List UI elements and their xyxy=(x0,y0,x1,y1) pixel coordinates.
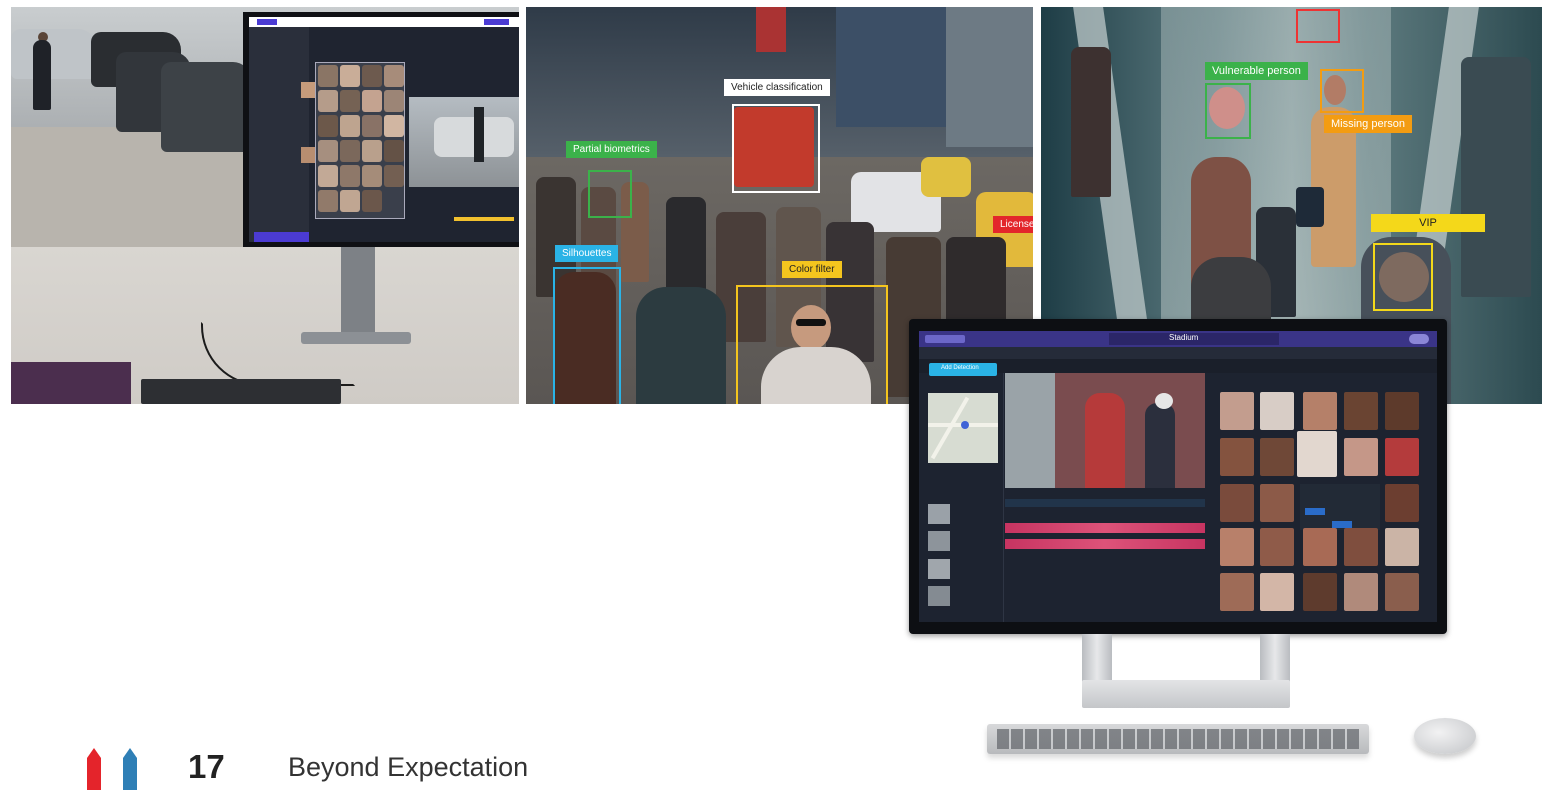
app-topbar: Stadium xyxy=(919,331,1437,347)
keyboard xyxy=(987,724,1369,754)
add-detection-button[interactable]: Add Detection xyxy=(929,363,997,376)
tag-color-filter: Color filter xyxy=(782,261,842,278)
tagline: Beyond Expectation xyxy=(288,752,529,782)
monitor-stand xyxy=(1260,634,1290,684)
tag-vehicle-classification: Vehicle classification xyxy=(724,79,830,96)
face-grid xyxy=(1217,386,1427,611)
tag-license: License xyxy=(993,216,1033,233)
tag-vip: VIP xyxy=(1371,214,1485,232)
monitor-screen xyxy=(249,17,519,242)
video-player[interactable] xyxy=(1005,373,1205,488)
app-title: Stadium xyxy=(1169,333,1199,342)
tag-partial-biometrics: Partial biometrics xyxy=(566,141,657,158)
map-view[interactable] xyxy=(928,393,998,463)
page-number: 17 xyxy=(188,748,225,785)
app-screen: Stadium Add Detection xyxy=(919,331,1437,622)
brand-logo xyxy=(87,748,137,790)
monitor-base xyxy=(1082,680,1290,708)
mouse xyxy=(1414,718,1476,754)
monitor-stand xyxy=(1082,634,1112,684)
office-monitor-photo xyxy=(11,7,519,404)
tag-vulnerable-person: Vulnerable person xyxy=(1205,62,1308,80)
tag-missing-person: Missing person xyxy=(1324,115,1412,133)
tag-silhouettes: Silhouettes xyxy=(555,245,619,262)
